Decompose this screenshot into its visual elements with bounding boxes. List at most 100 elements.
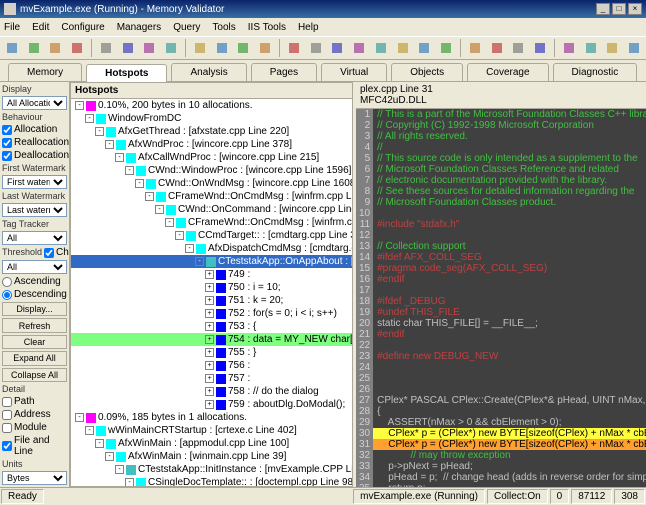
allocation-check[interactable]: Allocation — [2, 124, 67, 135]
tree-toggle[interactable]: - — [115, 153, 124, 162]
tree-toggle[interactable]: + — [205, 296, 214, 305]
menu-file[interactable]: File — [4, 22, 20, 33]
deallocation-check[interactable]: Deallocation — [2, 150, 67, 161]
menu-iis-tools[interactable]: IIS Tools — [248, 22, 286, 33]
tree-toggle[interactable]: + — [205, 270, 214, 279]
last-watermark-select[interactable]: Last watermark — [2, 203, 67, 217]
menu-configure[interactable]: Configure — [61, 22, 104, 33]
clear-button[interactable]: Clear — [2, 335, 67, 349]
address-check[interactable]: Address — [2, 409, 67, 420]
toolbar-btn-12[interactable] — [284, 38, 304, 58]
minimize-button[interactable]: _ — [596, 3, 610, 15]
tree-row[interactable]: -CTeststakApp::OnAppAbout : [mvExample.C… — [71, 255, 352, 268]
tab-analysis[interactable]: Analysis — [171, 63, 246, 81]
tree-toggle[interactable]: + — [205, 374, 214, 383]
tab-coverage[interactable]: Coverage — [467, 63, 548, 81]
tree-toggle[interactable]: - — [75, 101, 84, 110]
toolbar-btn-9[interactable] — [212, 38, 232, 58]
tree-toggle[interactable]: - — [175, 231, 184, 240]
tree-toggle[interactable]: - — [145, 192, 154, 201]
tree-row[interactable]: +753 : { — [71, 320, 352, 333]
toolbar-btn-3[interactable] — [67, 38, 87, 58]
toolbar-btn-4[interactable] — [96, 38, 116, 58]
tree-row[interactable]: -AfxWinMain : [winmain.cpp Line 39] — [71, 450, 352, 463]
descending-radio[interactable]: Descending — [2, 289, 67, 300]
toolbar-btn-2[interactable] — [46, 38, 66, 58]
tree-toggle[interactable]: + — [205, 322, 214, 331]
tree-toggle[interactable]: - — [105, 140, 114, 149]
toolbar-btn-26[interactable] — [602, 38, 622, 58]
tree-toggle[interactable]: + — [205, 335, 214, 344]
tree-row[interactable]: -CTeststakApp::InitInstance : [mvExample… — [71, 463, 352, 476]
path-check[interactable]: Path — [2, 396, 67, 407]
toolbar-btn-25[interactable] — [581, 38, 601, 58]
menu-managers[interactable]: Managers — [117, 22, 161, 33]
toolbar-btn-13[interactable] — [306, 38, 326, 58]
tree-toggle[interactable]: - — [185, 244, 194, 253]
tree-row[interactable]: +755 : } — [71, 346, 352, 359]
tree-row[interactable]: +754 : data = MY_NEW char[20]; — [71, 333, 352, 346]
menu-query[interactable]: Query — [173, 22, 200, 33]
hotspots-tree[interactable]: Hotspots -0.10%, 200 bytes in 10 allocat… — [70, 82, 353, 487]
close-button[interactable]: × — [628, 3, 642, 15]
tree-toggle[interactable]: - — [125, 166, 134, 175]
tab-hotspots[interactable]: Hotspots — [86, 64, 167, 82]
tree-toggle[interactable]: + — [205, 387, 214, 396]
menu-tools[interactable]: Tools — [212, 22, 235, 33]
toolbar-btn-19[interactable] — [436, 38, 456, 58]
tree-row[interactable]: +758 : // do the dialog — [71, 385, 352, 398]
menu-help[interactable]: Help — [298, 22, 319, 33]
tree-toggle[interactable]: - — [85, 114, 94, 123]
reallocation-check[interactable]: Reallocation — [2, 137, 67, 148]
expand-all-button[interactable]: Expand All — [2, 351, 67, 365]
tree-row[interactable]: -AfxCallWndProc : [wincore.cpp Line 215] — [71, 151, 352, 164]
tree-row[interactable]: +750 : i = 10; — [71, 281, 352, 294]
tab-objects[interactable]: Objects — [391, 63, 463, 81]
tree-row[interactable]: +759 : aboutDlg.DoModal(); — [71, 398, 352, 411]
tree-toggle[interactable]: - — [135, 179, 144, 188]
tree-row[interactable]: -WindowFromDC — [71, 112, 352, 125]
tab-virtual[interactable]: Virtual — [321, 63, 387, 81]
display-button[interactable]: Display... — [2, 302, 67, 316]
tree-row[interactable]: -CFrameWnd::OnCmdMsg : [winfrm.cpp Line … — [71, 216, 352, 229]
tree-toggle[interactable]: - — [165, 218, 174, 227]
toolbar-btn-6[interactable] — [139, 38, 159, 58]
tree-row[interactable]: -CWnd::OnWndMsg : [wincore.cpp Line 1608… — [71, 177, 352, 190]
tree-toggle[interactable]: - — [95, 439, 104, 448]
tree-row[interactable]: -0.09%, 185 bytes in 1 allocations. — [71, 411, 352, 424]
display-select[interactable]: All Allocations — [2, 96, 67, 110]
toolbar-btn-7[interactable] — [161, 38, 181, 58]
tree-row[interactable]: -AfxWinMain : [appmodul.cpp Line 100] — [71, 437, 352, 450]
tree-row[interactable]: -AfxWndProc : [wincore.cpp Line 378] — [71, 138, 352, 151]
children-check[interactable]: Children — [44, 247, 70, 258]
tree-toggle[interactable]: - — [105, 452, 114, 461]
toolbar-btn-27[interactable] — [624, 38, 644, 58]
tree-toggle[interactable]: + — [205, 400, 214, 409]
tab-memory[interactable]: Memory — [8, 63, 82, 81]
tree-row[interactable]: -AfxGetThread : [afxstate.cpp Line 220] — [71, 125, 352, 138]
tree-toggle[interactable]: + — [205, 348, 214, 357]
tree-row[interactable]: +757 : — [71, 372, 352, 385]
tag-tracker-select[interactable]: All — [2, 231, 67, 245]
tree-row[interactable]: +749 : — [71, 268, 352, 281]
toolbar-btn-24[interactable] — [559, 38, 579, 58]
collapse-all-button[interactable]: Collapse All — [2, 368, 67, 382]
ascending-radio[interactable]: Ascending — [2, 276, 67, 287]
maximize-button[interactable]: □ — [612, 3, 626, 15]
toolbar-btn-23[interactable] — [530, 38, 550, 58]
tree-toggle[interactable]: - — [155, 205, 164, 214]
tree-row[interactable]: -CFrameWnd::OnCmdMsg : [winfrm.cpp Line … — [71, 190, 352, 203]
tree-row[interactable]: -wWinMainCRTStartup : [crtexe.c Line 402… — [71, 424, 352, 437]
toolbar-btn-21[interactable] — [487, 38, 507, 58]
toolbar-btn-20[interactable] — [465, 38, 485, 58]
toolbar-btn-10[interactable] — [233, 38, 253, 58]
toolbar-btn-11[interactable] — [255, 38, 275, 58]
tree-toggle[interactable]: - — [195, 257, 204, 266]
toolbar-btn-0[interactable] — [2, 38, 22, 58]
tree-row[interactable]: +751 : k = 20; — [71, 294, 352, 307]
tree-row[interactable]: -CWnd::OnCommand : [wincore.cpp Line 199… — [71, 203, 352, 216]
tree-row[interactable]: -AfxDispatchCmdMsg : [cmdtarg.cpp Line 8… — [71, 242, 352, 255]
units-select[interactable]: Bytes — [2, 471, 67, 485]
tree-row[interactable]: -CCmdTarget:: : [cmdtarg.cpp Line 317] — [71, 229, 352, 242]
toolbar-btn-17[interactable] — [393, 38, 413, 58]
